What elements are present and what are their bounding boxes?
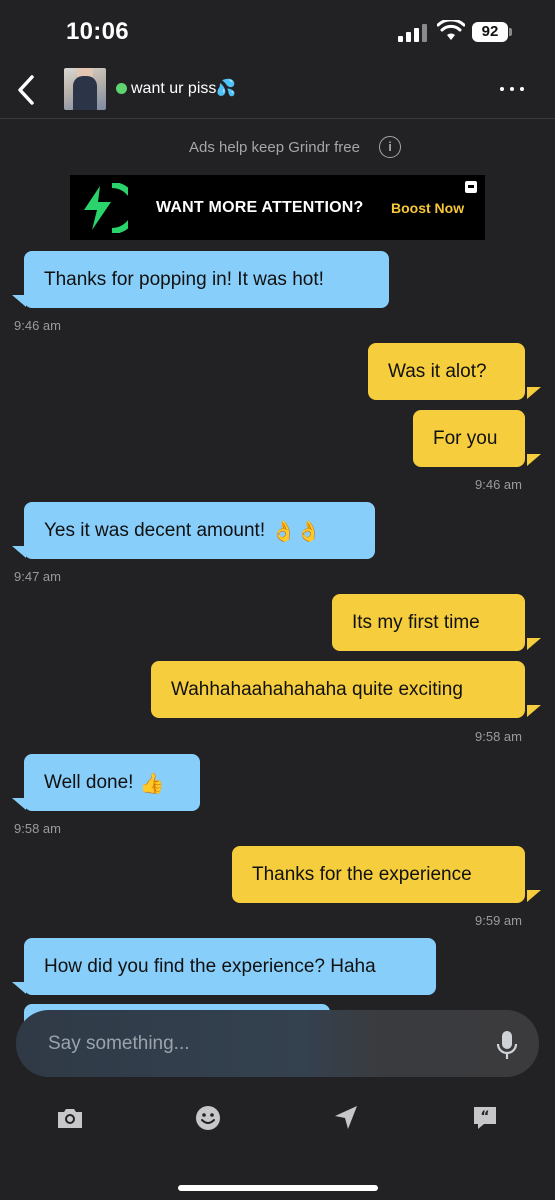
camera-icon[interactable]	[55, 1103, 85, 1133]
message-timestamp: 9:46 am	[475, 477, 522, 492]
header-divider	[0, 118, 555, 119]
ad-banner[interactable]: WANT MORE ATTENTION? Boost Now	[70, 175, 485, 240]
ok-hand-emoji: 👌👌	[271, 518, 321, 543]
message-outgoing[interactable]: For you	[413, 410, 525, 467]
thumbs-up-emoji: 👍	[139, 770, 165, 795]
bubble-tail	[527, 705, 541, 717]
info-icon[interactable]: i	[379, 136, 401, 158]
message-incoming[interactable]: Yes it was decent amount! 👌👌	[24, 502, 375, 559]
wifi-icon	[437, 20, 465, 40]
message-text: For you	[433, 428, 498, 449]
message-incoming[interactable]: Thanks for popping in! It was hot!	[24, 251, 389, 308]
message-incoming[interactable]: How did you find the experience? Haha	[24, 938, 436, 995]
emoji-icon[interactable]	[193, 1103, 223, 1133]
message-outgoing[interactable]: Its my first time	[332, 594, 525, 651]
cellular-signal-icon	[398, 22, 428, 42]
status-time: 10:06	[66, 18, 129, 45]
grindr-mask-icon	[465, 181, 477, 193]
bubble-tail	[527, 890, 541, 902]
svg-text:“: “	[480, 1109, 489, 1125]
bubble-tail	[527, 387, 541, 399]
bubble-tail	[12, 295, 26, 307]
message-text: Thanks for the experience	[252, 864, 472, 885]
back-chevron-icon[interactable]	[14, 74, 40, 106]
message-timestamp: 9:58 am	[14, 821, 61, 836]
battery-cap	[509, 28, 512, 36]
message-input[interactable]	[46, 1028, 470, 1060]
ads-notice: Ads help keep Grindr free	[189, 139, 360, 156]
message-text: Its my first time	[352, 612, 480, 633]
location-icon[interactable]	[331, 1103, 361, 1133]
bubble-tail	[12, 546, 26, 558]
bubble-tail	[12, 982, 26, 994]
message-outgoing[interactable]: Thanks for the experience	[232, 846, 525, 903]
message-timestamp: 9:47 am	[14, 569, 61, 584]
lightning-bolt-icon	[84, 183, 128, 233]
message-text: Well done!	[44, 772, 134, 793]
message-timestamp: 9:59 am	[475, 913, 522, 928]
message-timestamp: 9:46 am	[14, 318, 61, 333]
bubble-tail	[527, 638, 541, 650]
message-text: Wahhahaahahahaha quite exciting	[171, 679, 463, 700]
boost-now-link[interactable]: Boost Now	[391, 200, 464, 216]
profile-avatar[interactable]	[64, 68, 106, 110]
online-status-dot	[116, 83, 127, 94]
more-options-icon[interactable]	[500, 85, 526, 93]
saved-phrases-icon[interactable]: “	[470, 1103, 500, 1133]
message-text: How did you find the experience? Haha	[44, 956, 376, 977]
battery-indicator: 92	[472, 22, 508, 42]
message-outgoing[interactable]: Was it alot?	[368, 343, 525, 400]
profile-name[interactable]: want ur piss💦	[131, 78, 236, 98]
message-timestamp: 9:58 am	[475, 729, 522, 744]
message-text: Yes it was decent amount!	[44, 520, 266, 541]
message-incoming[interactable]: Well done! 👍	[24, 754, 200, 811]
microphone-icon[interactable]	[496, 1030, 518, 1060]
home-indicator[interactable]	[178, 1185, 378, 1191]
bubble-tail	[527, 454, 541, 466]
message-composer	[16, 1010, 539, 1077]
message-text: Thanks for popping in! It was hot!	[44, 269, 324, 290]
message-text: Was it alot?	[388, 361, 487, 382]
bubble-tail	[12, 798, 26, 810]
message-outgoing[interactable]: Wahhahaahahahaha quite exciting	[151, 661, 525, 718]
ad-headline: WANT MORE ATTENTION?	[156, 199, 364, 216]
